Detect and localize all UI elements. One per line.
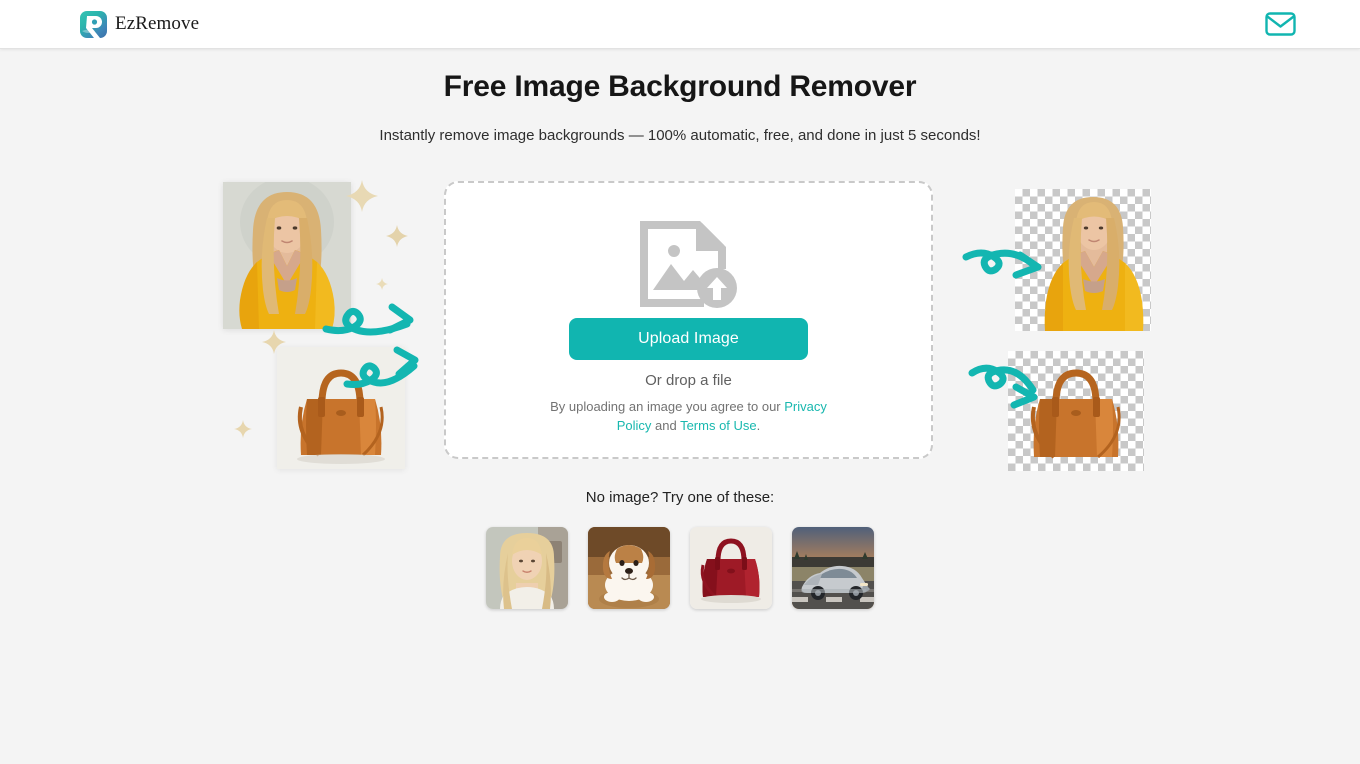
after-image-handbag xyxy=(1008,351,1144,471)
legal-consent-text: By uploading an image you agree to our P… xyxy=(539,397,839,435)
sample-silver-sports-car[interactable] xyxy=(792,527,874,609)
after-image-woman xyxy=(1015,189,1151,331)
sparkle-icon-4 xyxy=(234,420,252,438)
site-header: EzRemove xyxy=(0,0,1360,49)
samples-label: No image? Try one of these: xyxy=(585,489,775,506)
sample-puppy-dog[interactable] xyxy=(588,527,670,609)
sample-images-row xyxy=(0,527,1360,609)
after-images-panel xyxy=(960,179,1160,471)
upload-dropzone[interactable]: Upload Image Or drop a file By uploading… xyxy=(444,181,933,459)
terms-of-use-link[interactable]: Terms of Use xyxy=(680,418,757,433)
brand-name: EzRemove xyxy=(115,13,200,34)
image-upload-icon xyxy=(639,221,737,308)
legal-text-prefix: By uploading an image you agree to our xyxy=(550,399,785,414)
legal-text-middle: and xyxy=(651,418,681,433)
mail-envelope-icon xyxy=(1264,12,1296,36)
brand-logo-link[interactable]: EzRemove xyxy=(80,10,200,38)
before-image-handbag xyxy=(277,347,405,469)
sparkle-icon-2 xyxy=(386,225,408,247)
upload-image-button[interactable]: Upload Image xyxy=(569,318,808,360)
sample-blonde-woman-portrait[interactable] xyxy=(486,527,568,609)
sparkle-icon-5 xyxy=(376,278,388,290)
page-subtitle: Instantly remove image backgrounds — 100… xyxy=(379,127,981,144)
page-content: Free Image Background Remover Instantly … xyxy=(0,49,1360,764)
sample-red-handbag[interactable] xyxy=(690,527,772,609)
ezremove-r-logo-icon xyxy=(80,10,107,38)
mail-envelope-icon-button[interactable] xyxy=(1262,9,1298,39)
before-image-woman xyxy=(223,182,351,329)
legal-text-suffix: . xyxy=(756,418,761,433)
page-title: Free Image Background Remover xyxy=(443,70,917,103)
before-images-panel xyxy=(215,179,419,469)
drop-file-hint: Or drop a file xyxy=(645,372,732,389)
